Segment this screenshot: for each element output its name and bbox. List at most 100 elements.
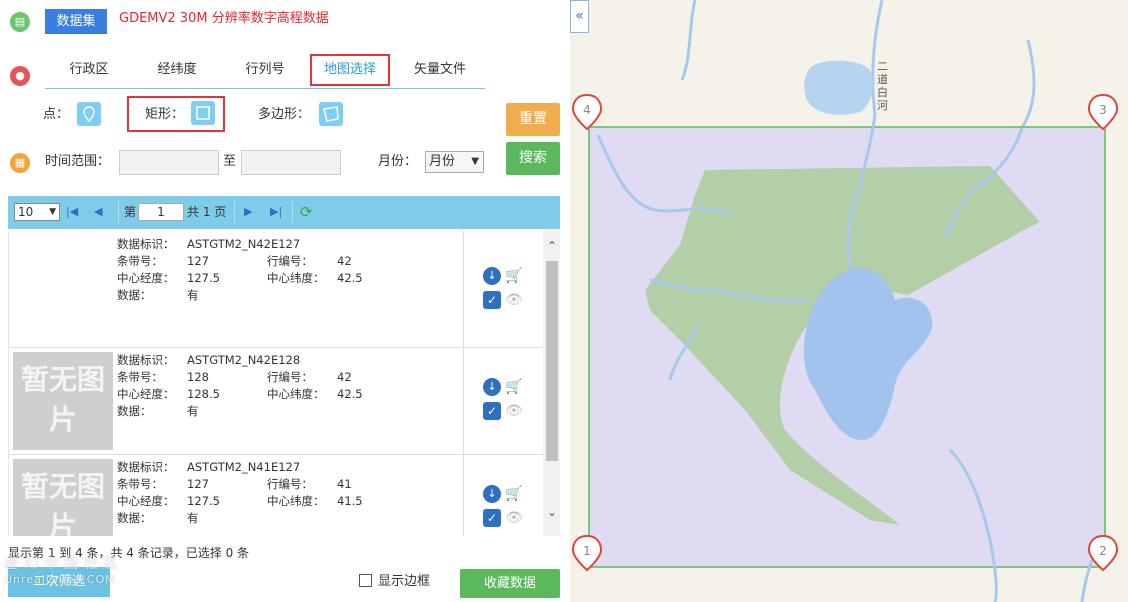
show-border-label: 显示边框	[378, 574, 431, 589]
point-tool-button[interactable]	[77, 102, 101, 126]
row-label: 行编号：	[267, 477, 313, 491]
file-icon: ▤	[10, 12, 30, 32]
download-icon[interactable]: ↓	[483, 378, 501, 396]
eye-icon[interactable]: 👁	[505, 291, 523, 309]
cart-icon[interactable]: 🛒	[505, 485, 523, 503]
check-icon[interactable]: ✓	[483, 402, 501, 420]
rectangle-label: 矩形：	[145, 107, 185, 122]
month-label: 月份：	[378, 154, 418, 169]
page-number-input[interactable]: 1	[138, 203, 184, 221]
marker-label: 1	[583, 544, 591, 558]
data-value: 有	[187, 511, 199, 525]
center-lon-label: 中心经度：	[117, 387, 175, 401]
center-lat-value: 42.5	[337, 271, 363, 285]
id-label: 数据标识：	[117, 353, 175, 367]
scrollbar[interactable]: ⌃ ⌄	[543, 231, 560, 536]
show-border-checkbox[interactable]: 显示边框	[359, 574, 430, 590]
list-item: 暂无图片 数据标识： ASTGTM2_N42E128 条带号： 128 行编号：…	[9, 348, 543, 455]
map-canvas[interactable]: 1 2 3 4 二道白河	[570, 0, 1128, 602]
list-item: 暂无图片 数据标识： ASTGTM2_N41E127 条带号： 127 行编号：…	[9, 455, 543, 536]
row-label: 行编号：	[267, 370, 313, 384]
check-icon[interactable]: ✓	[483, 509, 501, 527]
result-list: 数据标识： ASTGTM2_N42E127 条带号： 127 行编号： 42 中…	[8, 231, 560, 536]
next-page-icon[interactable]: ▶	[244, 204, 252, 220]
end-date-input[interactable]	[241, 150, 341, 175]
month-select[interactable]: 月份 ▼	[425, 151, 484, 173]
rectangle-icon	[196, 106, 210, 120]
river-label-char: 二	[877, 60, 888, 73]
data-value: 有	[187, 404, 199, 418]
first-page-icon[interactable]: |◀	[66, 204, 78, 220]
data-label: 数据：	[117, 288, 152, 302]
id-label: 数据标识：	[117, 237, 175, 251]
check-icon[interactable]: ✓	[483, 291, 501, 309]
marker-3[interactable]: 3	[1087, 93, 1119, 131]
page-size-select[interactable]: 10 ▼	[14, 203, 60, 221]
rectangle-tool-highlight: 矩形：	[127, 96, 225, 132]
marker-label: 2	[1099, 544, 1107, 558]
month-select-value: 月份	[429, 154, 456, 169]
river-label-char: 道	[877, 72, 888, 86]
data-value: 有	[187, 288, 199, 302]
item-meta: 数据标识： ASTGTM2_N42E128 条带号： 128 行编号： 42 中…	[117, 352, 457, 432]
download-icon[interactable]: ↓	[483, 267, 501, 285]
map-pin-icon: ●	[10, 66, 30, 86]
download-icon[interactable]: ↓	[483, 485, 501, 503]
cart-icon[interactable]: 🛒	[505, 267, 523, 285]
save-data-button[interactable]: 收藏数据	[460, 569, 560, 598]
polygon-label: 多边形：	[258, 107, 311, 122]
data-id: ASTGTM2_N42E127	[187, 237, 301, 251]
map-view[interactable]: « 1 2 3 4 二道白河	[570, 0, 1128, 602]
start-date-input[interactable]	[119, 150, 219, 175]
data-label: 数据：	[117, 511, 152, 525]
item-actions: ↓ 🛒 ✓ 👁	[483, 485, 527, 529]
collapse-panel-icon[interactable]: «	[570, 0, 589, 33]
divider	[463, 348, 464, 454]
chevron-down-icon[interactable]: ⌄	[543, 505, 560, 521]
item-meta: 数据标识： ASTGTM2_N41E127 条带号： 127 行编号： 41 中…	[117, 459, 457, 536]
divider	[463, 231, 464, 347]
time-to-label: 至	[223, 154, 237, 169]
point-icon	[83, 106, 95, 123]
river-line	[1020, 39, 1036, 129]
search-button[interactable]: 搜索	[506, 142, 560, 175]
chevron-down-icon: ▼	[471, 156, 479, 167]
center-lon-value: 127.5	[187, 271, 220, 285]
row-label: 行编号：	[267, 254, 313, 268]
path-label: 条带号：	[117, 477, 163, 491]
chevron-up-icon[interactable]: ⌃	[543, 239, 560, 255]
scroll-thumb[interactable]	[546, 261, 558, 461]
prev-page-icon[interactable]: ◀	[94, 204, 102, 220]
marker-4[interactable]: 4	[571, 93, 603, 131]
checkbox-icon[interactable]	[359, 574, 372, 587]
data-id: ASTGTM2_N41E127	[187, 460, 301, 474]
page-prefix: 第	[124, 205, 137, 219]
row-value: 42	[337, 370, 352, 384]
dataset-name: GDEMV2 30M 分辨率数字高程数据	[119, 11, 329, 26]
row-value: 42	[337, 254, 352, 268]
marker-label: 4	[583, 103, 591, 117]
tab-admin-region[interactable]: 行政区	[55, 55, 123, 85]
eye-icon[interactable]: 👁	[505, 402, 523, 420]
eye-icon[interactable]: 👁	[505, 509, 523, 527]
separator	[234, 201, 235, 223]
data-id: ASTGTM2_N42E128	[187, 353, 301, 367]
center-lat-label: 中心纬度：	[267, 494, 325, 508]
row-value: 41	[337, 477, 352, 491]
rectangle-tool-button[interactable]	[191, 101, 215, 125]
refresh-icon[interactable]: ⟳	[300, 202, 313, 222]
reset-button[interactable]: 重置	[506, 103, 560, 136]
thumbnail-placeholder: 暂无图片	[13, 459, 113, 536]
thumbnail-placeholder: 暂无图片	[13, 352, 113, 450]
center-lat-label: 中心纬度：	[267, 387, 325, 401]
tab-map-select[interactable]: 地图选择	[310, 54, 390, 86]
page-size-value: 10	[18, 205, 34, 219]
list-item: 数据标识： ASTGTM2_N42E127 条带号： 127 行编号： 42 中…	[9, 231, 543, 348]
cart-icon[interactable]: 🛒	[505, 378, 523, 396]
path-value: 127	[187, 477, 209, 491]
tab-vector-file[interactable]: 矢量文件	[400, 55, 480, 85]
last-page-icon[interactable]: ▶|	[270, 204, 282, 220]
polygon-tool-button[interactable]	[319, 102, 343, 126]
tab-lat-lon[interactable]: 经纬度	[143, 55, 211, 85]
tab-row-col[interactable]: 行列号	[231, 55, 299, 85]
